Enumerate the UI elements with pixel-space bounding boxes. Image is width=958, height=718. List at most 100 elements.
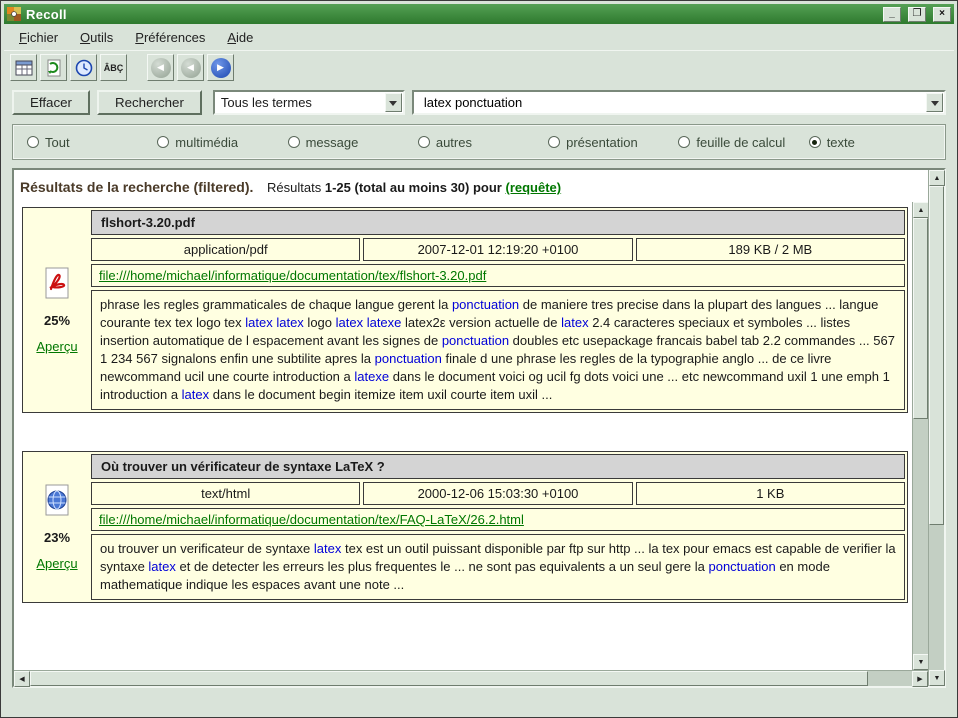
results-inner: 25% Aperçu flshort-3.20.pdf application/… — [14, 202, 928, 670]
window-title: Recoll — [26, 7, 876, 22]
radio-icon — [809, 136, 821, 148]
radio-icon — [678, 136, 690, 148]
scroll-thumb[interactable] — [913, 218, 928, 419]
scroll-track[interactable] — [30, 671, 912, 686]
category-filter-frame: Tout multimédia message autres présentat… — [12, 124, 946, 160]
highlighted-term: ponctuation — [452, 297, 519, 312]
query-combo[interactable] — [412, 90, 946, 115]
horizontal-scrollbar[interactable]: ◀ ▶ — [14, 670, 928, 686]
radio-icon — [418, 136, 430, 148]
result-size: 189 KB / 2 MB — [636, 238, 905, 261]
highlighted-term: ponctuation — [375, 351, 442, 366]
menu-outils[interactable]: Outils — [71, 27, 122, 48]
results-list: 25% Aperçu flshort-3.20.pdf application/… — [14, 202, 912, 670]
radio-icon — [157, 136, 169, 148]
menu-preferences[interactable]: Préférences — [126, 27, 214, 48]
scroll-track[interactable] — [913, 218, 928, 654]
close-button[interactable]: × — [933, 7, 951, 22]
filter-radio-texte[interactable]: texte — [809, 135, 939, 150]
highlighted-term: ponctuation — [442, 333, 509, 348]
filter-radio-presentation[interactable]: présentation — [548, 135, 678, 150]
query-history-dropdown-button[interactable] — [926, 93, 943, 112]
query-details-link[interactable]: (requête) — [505, 180, 561, 195]
results-page: Résultats de la recherche (filtered). Ré… — [14, 170, 928, 686]
recoll-window: Recoll _ ❐ × Fichier Outils Préférences … — [0, 0, 958, 718]
maximize-button[interactable]: ❐ — [908, 7, 926, 22]
scroll-up-button[interactable]: ▲ — [929, 170, 945, 186]
filter-radio-feuille-de-calcul[interactable]: feuille de calcul — [678, 135, 808, 150]
result-url-link[interactable]: file:///home/michael/informatique/docume… — [99, 268, 486, 283]
outer-vertical-scrollbar[interactable]: ▲ ▼ — [928, 170, 944, 686]
radio-icon — [288, 136, 300, 148]
table-icon — [15, 59, 33, 77]
result-date: 2000-12-06 15:03:30 +0100 — [363, 482, 632, 505]
highlighted-term: latex — [148, 559, 175, 574]
menu-fichier[interactable]: Fichier — [10, 27, 67, 48]
result-card: 25% Aperçu flshort-3.20.pdf application/… — [22, 207, 908, 413]
sort-by-date-button[interactable] — [70, 54, 97, 81]
result-meta-row: application/pdf 2007-12-01 12:19:20 +010… — [91, 238, 905, 261]
result-side-panel: 23% Aperçu — [25, 454, 89, 600]
result-snippet: ou trouver un verificateur de syntaxe la… — [91, 534, 905, 600]
status-bar — [4, 688, 954, 714]
highlighted-term: latex — [182, 387, 209, 402]
search-button[interactable]: Rechercher — [97, 90, 202, 115]
filter-radio-multimedia[interactable]: multimédia — [157, 135, 287, 150]
result-card: 23% Aperçu Où trouver un vérificateur de… — [22, 451, 908, 603]
result-size: 1 KB — [636, 482, 905, 505]
result-snippet: phrase les regles grammaticales de chaqu… — [91, 290, 905, 410]
result-mime-type: text/html — [91, 482, 360, 505]
result-url-row: file:///home/michael/informatique/docume… — [91, 264, 905, 287]
preview-link[interactable]: Aperçu — [36, 556, 77, 571]
highlighted-term: latex — [561, 315, 588, 330]
results-header-range: 1-25 (total au moins 30) pour — [325, 180, 502, 195]
scroll-down-button[interactable]: ▼ — [929, 670, 945, 686]
html-icon — [42, 484, 72, 519]
result-url-link[interactable]: file:///home/michael/informatique/docume… — [99, 512, 524, 527]
result-body: flshort-3.20.pdf application/pdf 2007-12… — [91, 210, 905, 410]
result-title: flshort-3.20.pdf — [91, 210, 905, 235]
chevron-down-icon — [389, 101, 397, 110]
scroll-left-button[interactable]: ◀ — [14, 671, 30, 687]
search-mode-dropdown-button[interactable] — [385, 93, 402, 112]
clear-button[interactable]: Effacer — [12, 90, 90, 115]
minimize-button[interactable]: _ — [883, 7, 901, 22]
first-page-icon: ◀ — [151, 58, 171, 78]
scroll-track[interactable] — [929, 186, 944, 670]
menu-bar: Fichier Outils Préférences Aide — [4, 24, 954, 50]
inner-vertical-scrollbar[interactable]: ▲ ▼ — [912, 202, 928, 670]
clear-table-button[interactable] — [10, 54, 37, 81]
next-page-button[interactable]: ▶ — [207, 54, 234, 81]
scroll-right-button[interactable]: ▶ — [912, 671, 928, 687]
update-index-button[interactable] — [40, 54, 67, 81]
search-mode-combo[interactable]: Tous les termes — [213, 90, 405, 115]
abc-icon: ÂBÇ — [104, 63, 124, 73]
scroll-thumb[interactable] — [929, 186, 944, 525]
scroll-up-button[interactable]: ▲ — [913, 202, 929, 218]
radio-icon — [27, 136, 39, 148]
query-input[interactable] — [420, 95, 926, 110]
title-bar: Recoll _ ❐ × — [4, 4, 954, 24]
result-side-panel: 25% Aperçu — [25, 210, 89, 410]
menu-aide[interactable]: Aide — [218, 27, 262, 48]
filter-radio-message[interactable]: message — [288, 135, 418, 150]
result-title: Où trouver un vérificateur de syntaxe La… — [91, 454, 905, 479]
term-explorer-button[interactable]: ÂBÇ — [100, 54, 127, 81]
results-header-prefix: Résultats — [267, 180, 321, 195]
result-date: 2007-12-01 12:19:20 +0100 — [363, 238, 632, 261]
result-mime-type: application/pdf — [91, 238, 360, 261]
preview-link[interactable]: Aperçu — [36, 339, 77, 354]
prev-page-button[interactable]: ◀ — [177, 54, 204, 81]
highlighted-term: latex latexe — [336, 315, 402, 330]
filter-radio-autres[interactable]: autres — [418, 135, 548, 150]
update-index-icon — [45, 59, 63, 77]
radio-icon — [548, 136, 560, 148]
scroll-thumb[interactable] — [30, 671, 868, 686]
first-page-button[interactable]: ◀ — [147, 54, 174, 81]
scroll-down-button[interactable]: ▼ — [913, 654, 929, 670]
result-meta-row: text/html 2000-12-06 15:03:30 +0100 1 KB — [91, 482, 905, 505]
search-row: Effacer Rechercher Tous les termes — [4, 84, 954, 122]
filter-radio-tout[interactable]: Tout — [27, 135, 157, 150]
highlighted-term: latex — [314, 541, 341, 556]
relevance-percent: 25% — [44, 313, 70, 328]
